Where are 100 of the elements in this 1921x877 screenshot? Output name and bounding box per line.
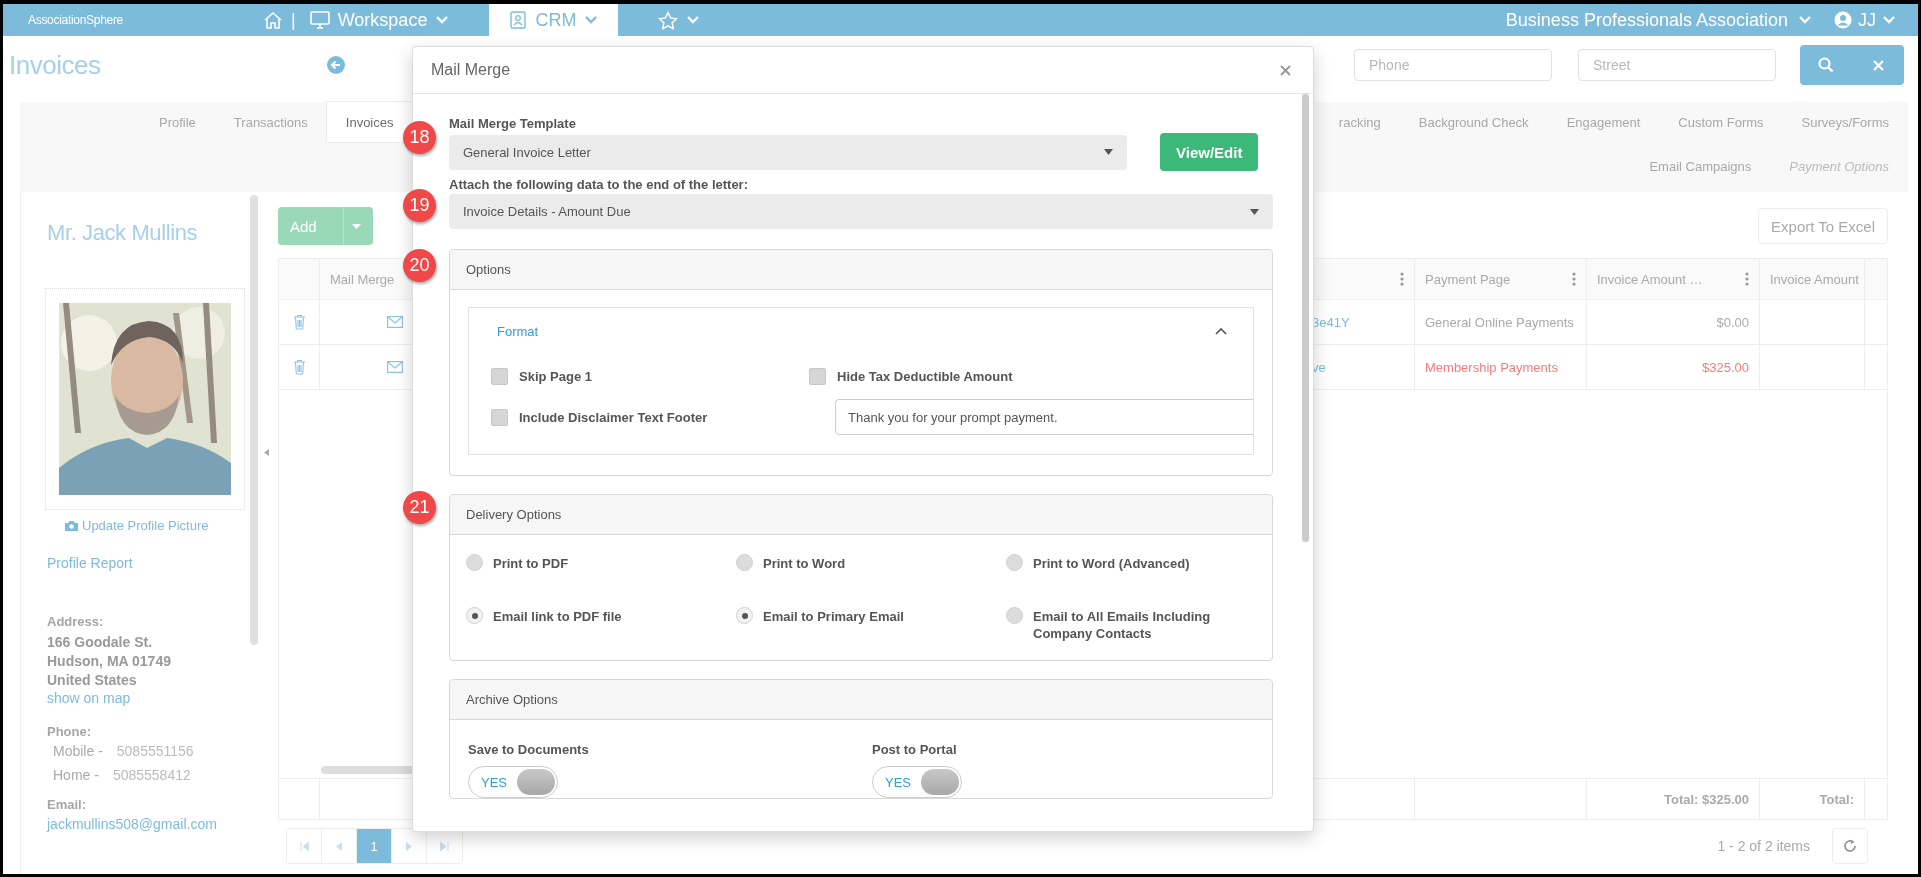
first-page-icon <box>299 841 309 851</box>
organization-name[interactable]: Business Professionals Association <box>1505 9 1788 31</box>
tab[interactable]: Surveys/Forms <box>1782 102 1908 142</box>
checkbox[interactable] <box>491 368 508 385</box>
radio-button[interactable] <box>466 554 483 571</box>
home-icon[interactable] <box>263 11 283 29</box>
close-icon <box>1872 59 1884 71</box>
scrollbar[interactable] <box>250 195 258 645</box>
separator: | <box>291 9 296 31</box>
caret-icon <box>1250 208 1259 215</box>
phone-type: Home - <box>53 766 99 785</box>
tab[interactable]: Custom Forms <box>1659 102 1783 142</box>
address-line: 166 Goodale St. <box>47 633 154 652</box>
user-icon[interactable] <box>1834 11 1852 29</box>
column-header[interactable]: Mail Merge <box>330 271 395 287</box>
star-icon[interactable] <box>658 10 679 30</box>
chevron-down-icon[interactable] <box>584 15 599 25</box>
link[interactable]: 3e41Y <box>1310 314 1350 330</box>
footer-text-field[interactable]: Thank you for your prompt payment. <box>835 399 1253 435</box>
radio-label: Email to All Emails Including Company Contacts <box>1033 608 1212 642</box>
user-initials[interactable]: JJ <box>1858 9 1876 31</box>
kebab-menu-icon[interactable] <box>1572 272 1576 286</box>
profile-report-link[interactable]: Profile Report <box>47 555 254 571</box>
tab[interactable]: racking <box>1319 102 1400 142</box>
nav-tab[interactable]: Workspace <box>295 4 464 36</box>
search-icon <box>1818 57 1834 73</box>
panel-title: Delivery Options <box>466 507 562 522</box>
nav-tab[interactable]: CRM <box>489 4 619 36</box>
page-button[interactable]: 1 <box>357 829 392 863</box>
email-link[interactable]: jackmullins508@gmail.com <box>47 816 254 832</box>
address-line: Hudson, MA 01749 <box>47 652 172 671</box>
step-number-badge: 21 <box>403 491 436 524</box>
radio-label: Email link to PDF file <box>493 608 622 625</box>
collapse-arrow-icon[interactable] <box>263 448 269 456</box>
search-field[interactable]: Street <box>1578 49 1776 81</box>
toggle-label: Save to Documents <box>468 742 590 757</box>
toggle-switch[interactable]: YES <box>468 766 558 798</box>
tab[interactable]: Engagement <box>1547 102 1660 142</box>
trash-icon[interactable] <box>292 359 306 375</box>
refresh-button[interactable] <box>1832 828 1868 864</box>
chevron-up-icon[interactable] <box>1215 327 1227 335</box>
panel-title: Archive Options <box>466 692 558 707</box>
panel-title: Options <box>466 262 511 277</box>
radio-button[interactable] <box>1006 607 1023 624</box>
step-number-badge: 19 <box>403 189 436 222</box>
radio-button[interactable] <box>1006 554 1023 571</box>
first-page-button[interactable] <box>287 829 322 863</box>
checkbox[interactable] <box>809 368 826 385</box>
camera-icon[interactable] <box>65 520 78 531</box>
logo[interactable]: AssociationSphere <box>28 13 263 27</box>
kebab-menu-icon[interactable] <box>1745 272 1749 286</box>
table-cell: General Online Payments <box>1425 314 1574 330</box>
radio-button[interactable] <box>466 607 483 624</box>
refresh-icon <box>1842 838 1858 854</box>
tab[interactable]: Email Campaigns <box>1630 142 1771 190</box>
page-title: Invoices <box>8 49 102 81</box>
radio-button[interactable] <box>736 607 753 624</box>
total-cell: Total: $325.00 <box>1663 791 1749 807</box>
caret-icon <box>351 223 361 229</box>
search-field[interactable]: Phone <box>1354 49 1552 81</box>
update-picture-link[interactable]: Update Profile Picture <box>82 518 209 533</box>
table-cell: $0.00 <box>1716 314 1749 330</box>
address-label: Address: <box>47 614 105 629</box>
contact-name: Mr. Jack Mullins <box>47 220 199 246</box>
kebab-menu-icon[interactable] <box>1400 272 1404 286</box>
previous-page-icon <box>336 841 342 851</box>
attach-data-dropdown[interactable]: Invoice Details - Amount Due <box>449 194 1273 229</box>
format-section-toggle[interactable]: Format <box>497 323 539 339</box>
checkbox[interactable] <box>491 408 508 426</box>
radio-button[interactable] <box>736 554 753 571</box>
tab[interactable]: Profile <box>140 102 215 142</box>
email-label: Email: <box>47 797 87 812</box>
trash-icon[interactable] <box>292 314 306 330</box>
radio-label: Print to PDF <box>493 555 569 572</box>
add-button[interactable]: Add <box>278 207 373 245</box>
phone-type: Mobile - <box>53 742 103 761</box>
column-header[interactable]: Invoice Amount <box>1770 271 1859 287</box>
envelope-icon[interactable] <box>386 361 403 373</box>
export-button[interactable]: Export To Excel <box>1758 208 1888 244</box>
column-header[interactable]: Payment Page <box>1425 271 1511 287</box>
table-cell: $325.00 <box>1702 359 1749 375</box>
step-number-badge: 20 <box>403 249 436 282</box>
toggle-switch[interactable]: YES <box>872 766 962 798</box>
view-edit-button[interactable]: View/Edit <box>1160 133 1259 171</box>
template-dropdown[interactable]: General Invoice Letter <box>449 134 1127 170</box>
field-label: Mail Merge Template <box>449 116 577 133</box>
column-header[interactable]: Invoice Amount … <box>1597 271 1703 287</box>
checkbox-label: Skip Page 1 <box>519 369 592 384</box>
phone-number: 5085551156 <box>116 742 194 761</box>
scrollbar[interactable] <box>1302 94 1309 542</box>
map-link[interactable]: show on map <box>47 690 254 706</box>
pager-summary: 1 - 2 of 2 items <box>1717 838 1810 854</box>
radio-label: Print to Word (Advanced) <box>1033 555 1190 572</box>
tab[interactable]: Transactions <box>214 102 327 142</box>
caret-icon <box>1104 149 1113 155</box>
envelope-icon[interactable] <box>386 316 403 328</box>
contact-card-icon <box>509 11 528 29</box>
phone-number: 5085558412 <box>112 766 191 785</box>
next-page-icon <box>406 841 412 851</box>
tab[interactable]: Background Check <box>1399 102 1548 142</box>
